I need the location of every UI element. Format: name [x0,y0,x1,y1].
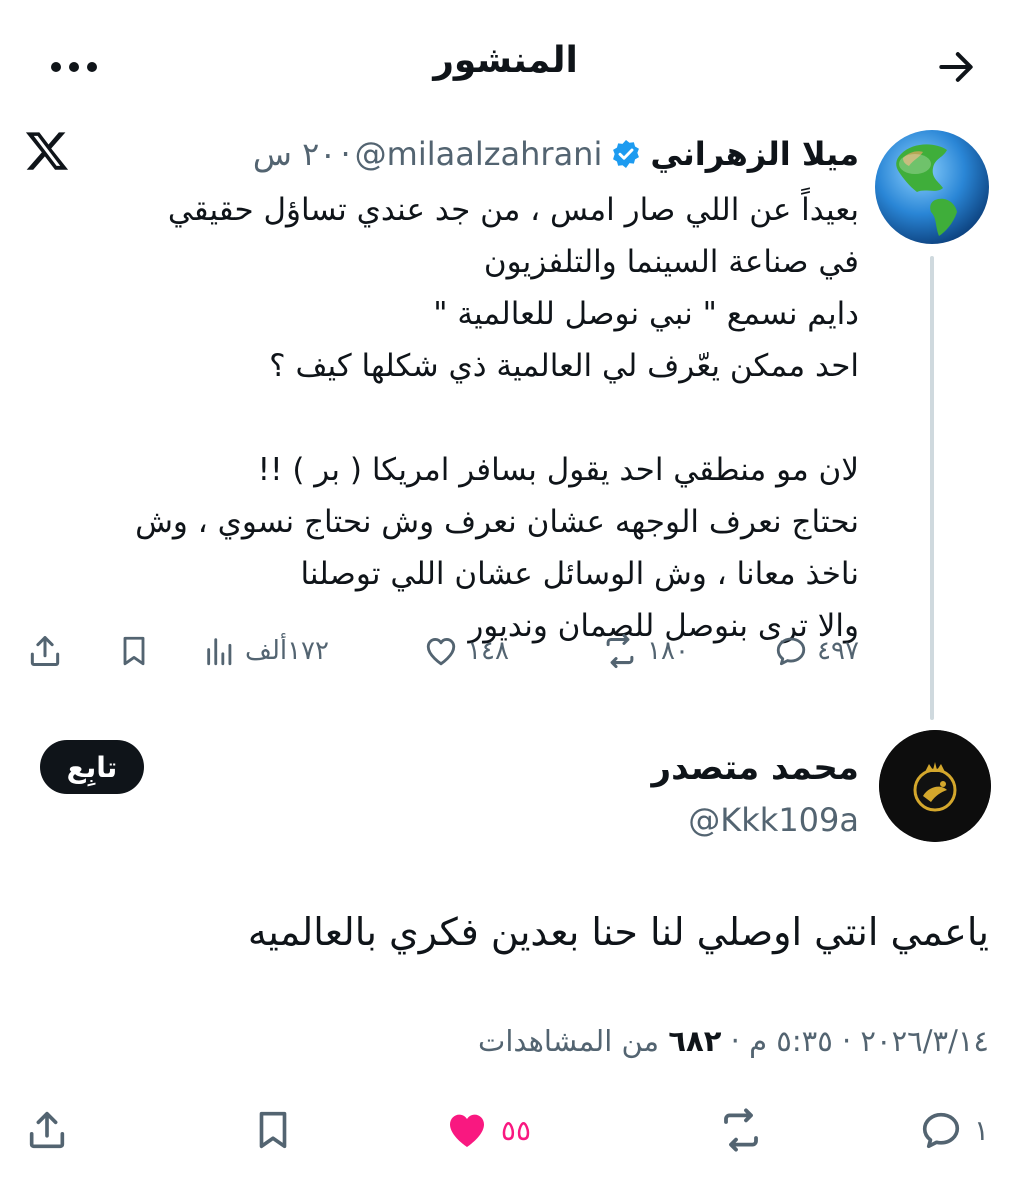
bookmark-icon [123,636,145,666]
author-avatar[interactable] [873,128,991,246]
views-icon [207,638,232,666]
author-handle[interactable]: @milaalzahrani [355,135,603,173]
repost-icon [606,633,634,669]
reply-author-avatar[interactable] [879,730,991,842]
follow-button[interactable]: تابِع [40,740,144,794]
verified-badge-icon [610,138,642,170]
like-icon [426,638,456,666]
reply-count: ٤٩٧ [817,636,859,666]
reply-meta: ٢٠٢٦/٣/١٤ · ٥:٣٥ م · ٦٨٢ من المشاهدات [478,1024,989,1058]
page-title: المنشور [433,40,578,81]
reply-views-count: ٦٨٢ [668,1024,722,1058]
top-bar: المنشور [0,0,1011,130]
meta-separator: · [730,1024,740,1058]
post-text: بعيداً عن اللي صار امس ، من جد عندي تساؤ… [135,192,859,644]
more-icon [51,62,97,72]
meta-separator: · [841,1024,852,1058]
reply-like-action[interactable]: ٥٥ [443,1102,531,1158]
reply-icon [776,637,806,666]
reply-views-label: من المشاهدات [478,1024,660,1058]
reply-reply-count: ١ [973,1113,989,1147]
share-action[interactable] [26,626,64,676]
reply-icon [922,1112,960,1149]
repost-count: ١٨٠ [647,636,689,666]
post-time[interactable]: ٢٠ س [253,135,337,173]
reply-action[interactable]: ٤٩٧ [773,626,859,676]
post-header: ميلا الزهراني @milaalzahrani · ٢٠ س [253,130,859,178]
bookmark-icon [259,1111,287,1149]
author-name[interactable]: ميلا الزهراني [650,135,859,173]
reply-like-count: ٥٥ [500,1113,531,1147]
reply-text: ياعمي انتي اوصلي لنا حنا بعدين فكري بالع… [247,910,989,954]
reply-share-action[interactable] [24,1102,70,1158]
x-logo-icon [24,128,70,174]
bookmark-action[interactable] [116,626,152,676]
club-crest-avatar-image [879,730,991,842]
reply-author-block: محمد متصدر @Kkk109a [652,746,859,842]
reply-reply-action[interactable]: ١ [918,1102,989,1158]
like-count: ١٤٨ [467,636,509,666]
reply-repost-action[interactable] [717,1102,765,1158]
globe-avatar-image [875,130,989,244]
reply-time[interactable]: ٥:٣٥ م [749,1024,833,1058]
share-icon [30,636,60,666]
post-action-bar: ٤٩٧ ١٨٠ ١٤٨ ١٧٢ألف [0,626,1011,676]
more-options-button[interactable] [44,42,104,92]
views-action[interactable]: ١٧٢ألف [203,626,329,676]
meta-separator: · [340,135,351,173]
reply-bookmark-action[interactable] [250,1102,296,1158]
share-icon [29,1111,65,1149]
reply-action-bar: ١ ٥٥ [0,1102,1011,1158]
reply-author-handle[interactable]: @Kkk109a [652,798,859,842]
like-filled-icon [449,1114,484,1147]
like-action[interactable]: ١٤٨ [423,626,509,676]
repost-icon [724,1108,758,1152]
views-count: ١٧٢ألف [245,636,329,666]
reply-author-name[interactable]: محمد متصدر [652,746,859,790]
reply-date[interactable]: ٢٠٢٦/٣/١٤ [860,1024,989,1058]
repost-action[interactable]: ١٨٠ [601,626,689,676]
